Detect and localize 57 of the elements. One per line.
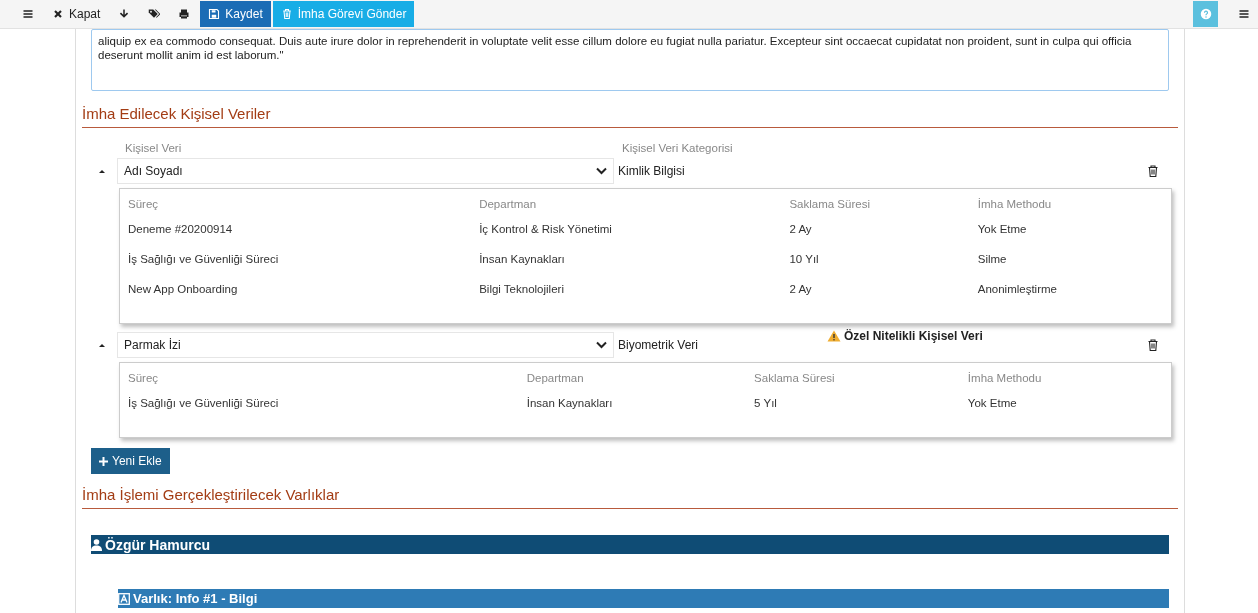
trash-icon [280, 8, 293, 20]
column-header: Departman [479, 197, 538, 212]
warning-text: Özel Nitelikli Kişisel Veri [844, 329, 983, 343]
printer-icon [178, 8, 191, 20]
table-cell: 2 Ay [789, 279, 978, 309]
trash-icon[interactable] [1148, 339, 1158, 351]
column-header: İmha Methodu [967, 371, 1043, 386]
warning-icon [827, 330, 841, 342]
person-header[interactable]: Özgür Hamurcu [91, 535, 1169, 554]
table-cell-text: Anonimleştirme [977, 282, 1058, 297]
table-cell: İş Sağlığı ve Güvenliği Süreci [128, 393, 527, 423]
toolbar-button[interactable]: Kapat [44, 1, 109, 27]
chevron-down-icon [596, 167, 607, 175]
personal-data-select[interactable]: Adı Soyadı [117, 158, 614, 184]
table-cell-text: Bilgi Teknolojileri [479, 282, 565, 297]
table-cell: 5 Yıl [754, 393, 968, 423]
table-cell-text: Yok Etme [977, 222, 1028, 237]
column-header: Süreç [128, 197, 160, 212]
add-button[interactable]: Yeni Ekle [91, 448, 170, 474]
personal-data-select[interactable]: Parmak İzi [117, 332, 614, 358]
table-cell-text: Silme [977, 252, 1008, 267]
table-cell: 2 Ay [789, 219, 978, 249]
trash-icon[interactable] [1148, 165, 1158, 177]
help-icon [1199, 8, 1212, 20]
column-header: Saklama Süresi [789, 195, 978, 219]
menu-icon [1238, 8, 1250, 20]
column-header: Süreç [128, 369, 527, 393]
collapse-caret-icon[interactable] [97, 342, 107, 348]
tags-icon [148, 8, 161, 20]
table-cell-text: İç Kontrol & Risk Yönetimi [479, 222, 613, 237]
column-header: Saklama Süresi [754, 369, 968, 393]
description-field[interactable]: aliquip ex ea commodo consequat. Duis aute irure dolor in reprehenderit in voluptate velit esse cillum dolore eu fugiat nulla pariatur. Excepteur sint occaecat cupidatat non proident, sunt in culpa qui officia deserunt mollit anim id est laborum." [91, 29, 1169, 91]
column-header: İmha Methodu [977, 197, 1053, 212]
down-arrow-icon [118, 8, 131, 20]
table-cell: 10 Yıl [789, 249, 978, 279]
user-icon [91, 538, 102, 551]
table-cell-text: İş Sağlığı ve Güvenliği Süreci [128, 252, 280, 267]
column-header: Departman [526, 369, 755, 393]
collapse-caret-icon[interactable] [97, 168, 107, 174]
menu-icon [22, 8, 34, 20]
table-cell-text: İnsan Kaynakları [479, 252, 566, 267]
toolbar-button[interactable]: Kaydet [200, 1, 271, 27]
table-cell: İnsan Kaynakları [526, 393, 755, 423]
section-title: İmha Edilecek Kişisel Veriler [82, 91, 1178, 128]
field-label: Kişisel Veri [124, 142, 183, 154]
asset-header[interactable]: Varlık: Info #1 - Bilgi [118, 589, 1169, 608]
table-cell-text: Yok Etme [967, 396, 1018, 411]
section-title: İmha İşlemi Gerçekleştirilecek Varlıklar [82, 474, 1178, 509]
category-text: Kimlik Bilgisi [618, 164, 686, 178]
chevron-down-icon [596, 341, 607, 349]
plus-icon [99, 456, 108, 466]
category-text: Biyometrik Veri [618, 338, 700, 352]
asset-icon [118, 592, 130, 605]
table-cell-text: Deneme #20200914 [128, 222, 234, 237]
close-icon [52, 8, 64, 20]
table-cell-text: New App Onboarding [128, 282, 239, 297]
field-label: Kişisel Veri Kategorisi [621, 142, 734, 154]
